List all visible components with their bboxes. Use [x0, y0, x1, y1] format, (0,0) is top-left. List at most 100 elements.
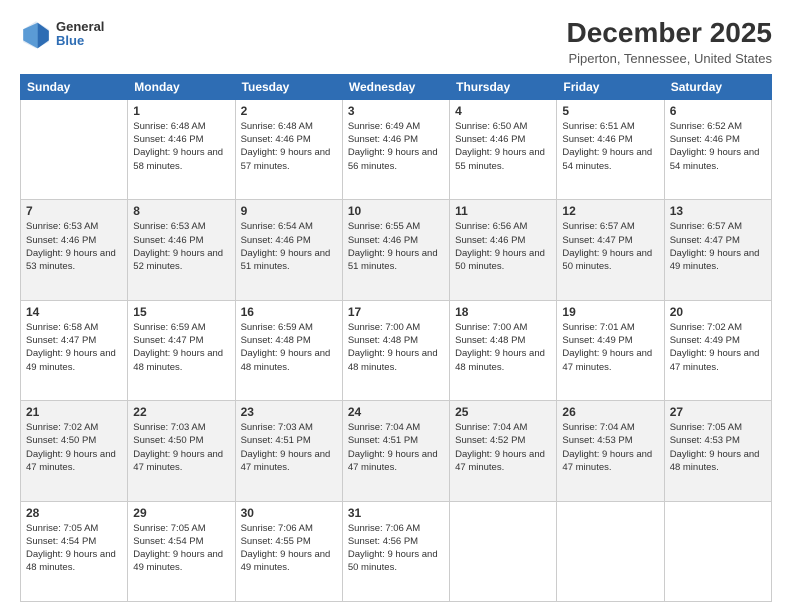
calendar-header-saturday: Saturday [664, 74, 771, 99]
day-detail: Sunrise: 6:49 AMSunset: 4:46 PMDaylight:… [348, 120, 444, 173]
sunset-text: Sunset: 4:49 PM [670, 334, 766, 347]
day-number: 19 [562, 305, 658, 319]
sunset-text: Sunset: 4:55 PM [241, 535, 337, 548]
daylight-text: Daylight: 9 hours and 50 minutes. [455, 247, 551, 274]
daylight-text: Daylight: 9 hours and 47 minutes. [133, 448, 229, 475]
calendar-header-tuesday: Tuesday [235, 74, 342, 99]
sunrise-text: Sunrise: 6:51 AM [562, 120, 658, 133]
day-detail: Sunrise: 7:01 AMSunset: 4:49 PMDaylight:… [562, 321, 658, 374]
sunset-text: Sunset: 4:46 PM [133, 234, 229, 247]
sunset-text: Sunset: 4:46 PM [670, 133, 766, 146]
main-title: December 2025 [567, 18, 772, 49]
sunrise-text: Sunrise: 6:49 AM [348, 120, 444, 133]
sunset-text: Sunset: 4:46 PM [562, 133, 658, 146]
daylight-text: Daylight: 9 hours and 47 minutes. [348, 448, 444, 475]
sunset-text: Sunset: 4:51 PM [348, 434, 444, 447]
calendar-cell: 16Sunrise: 6:59 AMSunset: 4:48 PMDayligh… [235, 300, 342, 400]
day-detail: Sunrise: 7:05 AMSunset: 4:54 PMDaylight:… [26, 522, 122, 575]
daylight-text: Daylight: 9 hours and 58 minutes. [133, 146, 229, 173]
day-detail: Sunrise: 6:48 AMSunset: 4:46 PMDaylight:… [241, 120, 337, 173]
calendar-cell: 11Sunrise: 6:56 AMSunset: 4:46 PMDayligh… [450, 200, 557, 300]
day-detail: Sunrise: 7:05 AMSunset: 4:53 PMDaylight:… [670, 421, 766, 474]
day-detail: Sunrise: 6:53 AMSunset: 4:46 PMDaylight:… [133, 220, 229, 273]
day-detail: Sunrise: 6:57 AMSunset: 4:47 PMDaylight:… [670, 220, 766, 273]
sunset-text: Sunset: 4:50 PM [133, 434, 229, 447]
sunrise-text: Sunrise: 6:48 AM [133, 120, 229, 133]
daylight-text: Daylight: 9 hours and 47 minutes. [26, 448, 122, 475]
calendar-header-monday: Monday [128, 74, 235, 99]
calendar-week-row-4: 21Sunrise: 7:02 AMSunset: 4:50 PMDayligh… [21, 401, 772, 501]
day-number: 11 [455, 204, 551, 218]
calendar-cell: 25Sunrise: 7:04 AMSunset: 4:52 PMDayligh… [450, 401, 557, 501]
day-number: 4 [455, 104, 551, 118]
sunrise-text: Sunrise: 6:57 AM [562, 220, 658, 233]
logo-blue-label: Blue [56, 34, 104, 48]
daylight-text: Daylight: 9 hours and 57 minutes. [241, 146, 337, 173]
calendar-cell [557, 501, 664, 601]
calendar-week-row-2: 7Sunrise: 6:53 AMSunset: 4:46 PMDaylight… [21, 200, 772, 300]
day-detail: Sunrise: 7:03 AMSunset: 4:50 PMDaylight:… [133, 421, 229, 474]
sunrise-text: Sunrise: 6:59 AM [133, 321, 229, 334]
day-number: 21 [26, 405, 122, 419]
sunset-text: Sunset: 4:48 PM [241, 334, 337, 347]
day-number: 1 [133, 104, 229, 118]
calendar-header-row: SundayMondayTuesdayWednesdayThursdayFrid… [21, 74, 772, 99]
sunrise-text: Sunrise: 6:53 AM [133, 220, 229, 233]
daylight-text: Daylight: 9 hours and 47 minutes. [670, 347, 766, 374]
sunrise-text: Sunrise: 7:00 AM [348, 321, 444, 334]
calendar-cell [450, 501, 557, 601]
day-number: 13 [670, 204, 766, 218]
sunset-text: Sunset: 4:47 PM [670, 234, 766, 247]
sunset-text: Sunset: 4:46 PM [133, 133, 229, 146]
calendar-header-friday: Friday [557, 74, 664, 99]
day-number: 31 [348, 506, 444, 520]
daylight-text: Daylight: 9 hours and 49 minutes. [670, 247, 766, 274]
sunrise-text: Sunrise: 7:06 AM [348, 522, 444, 535]
calendar-cell: 20Sunrise: 7:02 AMSunset: 4:49 PMDayligh… [664, 300, 771, 400]
sunrise-text: Sunrise: 7:04 AM [348, 421, 444, 434]
calendar-cell: 17Sunrise: 7:00 AMSunset: 4:48 PMDayligh… [342, 300, 449, 400]
day-number: 8 [133, 204, 229, 218]
calendar-cell: 28Sunrise: 7:05 AMSunset: 4:54 PMDayligh… [21, 501, 128, 601]
sunrise-text: Sunrise: 7:04 AM [455, 421, 551, 434]
daylight-text: Daylight: 9 hours and 47 minutes. [562, 347, 658, 374]
sunrise-text: Sunrise: 6:48 AM [241, 120, 337, 133]
day-number: 3 [348, 104, 444, 118]
logo-icon [20, 18, 52, 50]
sunrise-text: Sunrise: 7:02 AM [670, 321, 766, 334]
sunset-text: Sunset: 4:46 PM [455, 133, 551, 146]
day-detail: Sunrise: 7:00 AMSunset: 4:48 PMDaylight:… [348, 321, 444, 374]
calendar-cell: 5 Sunrise: 6:51 AMSunset: 4:46 PMDaylight… [557, 99, 664, 199]
logo-general-label: General [56, 20, 104, 34]
calendar-week-row-5: 28Sunrise: 7:05 AMSunset: 4:54 PMDayligh… [21, 501, 772, 601]
calendar-cell: 31Sunrise: 7:06 AMSunset: 4:56 PMDayligh… [342, 501, 449, 601]
sunset-text: Sunset: 4:47 PM [26, 334, 122, 347]
daylight-text: Daylight: 9 hours and 56 minutes. [348, 146, 444, 173]
daylight-text: Daylight: 9 hours and 47 minutes. [241, 448, 337, 475]
day-number: 30 [241, 506, 337, 520]
day-detail: Sunrise: 6:50 AMSunset: 4:46 PMDaylight:… [455, 120, 551, 173]
day-detail: Sunrise: 6:51 AMSunset: 4:46 PMDaylight:… [562, 120, 658, 173]
day-detail: Sunrise: 7:03 AMSunset: 4:51 PMDaylight:… [241, 421, 337, 474]
day-detail: Sunrise: 6:55 AMSunset: 4:46 PMDaylight:… [348, 220, 444, 273]
sunset-text: Sunset: 4:46 PM [26, 234, 122, 247]
calendar-cell: 26Sunrise: 7:04 AMSunset: 4:53 PMDayligh… [557, 401, 664, 501]
day-detail: Sunrise: 7:04 AMSunset: 4:52 PMDaylight:… [455, 421, 551, 474]
sunrise-text: Sunrise: 7:06 AM [241, 522, 337, 535]
day-number: 9 [241, 204, 337, 218]
calendar-cell: 13 Sunrise: 6:57 AMSunset: 4:47 PMDayligh… [664, 200, 771, 300]
day-detail: Sunrise: 6:48 AMSunset: 4:46 PMDaylight:… [133, 120, 229, 173]
day-number: 24 [348, 405, 444, 419]
sunrise-text: Sunrise: 6:56 AM [455, 220, 551, 233]
sunrise-text: Sunrise: 6:53 AM [26, 220, 122, 233]
logo-text: General Blue [56, 20, 104, 49]
sunrise-text: Sunrise: 7:05 AM [670, 421, 766, 434]
sunrise-text: Sunrise: 7:01 AM [562, 321, 658, 334]
daylight-text: Daylight: 9 hours and 48 minutes. [455, 347, 551, 374]
sunrise-text: Sunrise: 7:00 AM [455, 321, 551, 334]
calendar-cell: 1 Sunrise: 6:48 AMSunset: 4:46 PMDaylight… [128, 99, 235, 199]
day-number: 23 [241, 405, 337, 419]
day-number: 5 [562, 104, 658, 118]
daylight-text: Daylight: 9 hours and 48 minutes. [670, 448, 766, 475]
sunrise-text: Sunrise: 6:54 AM [241, 220, 337, 233]
